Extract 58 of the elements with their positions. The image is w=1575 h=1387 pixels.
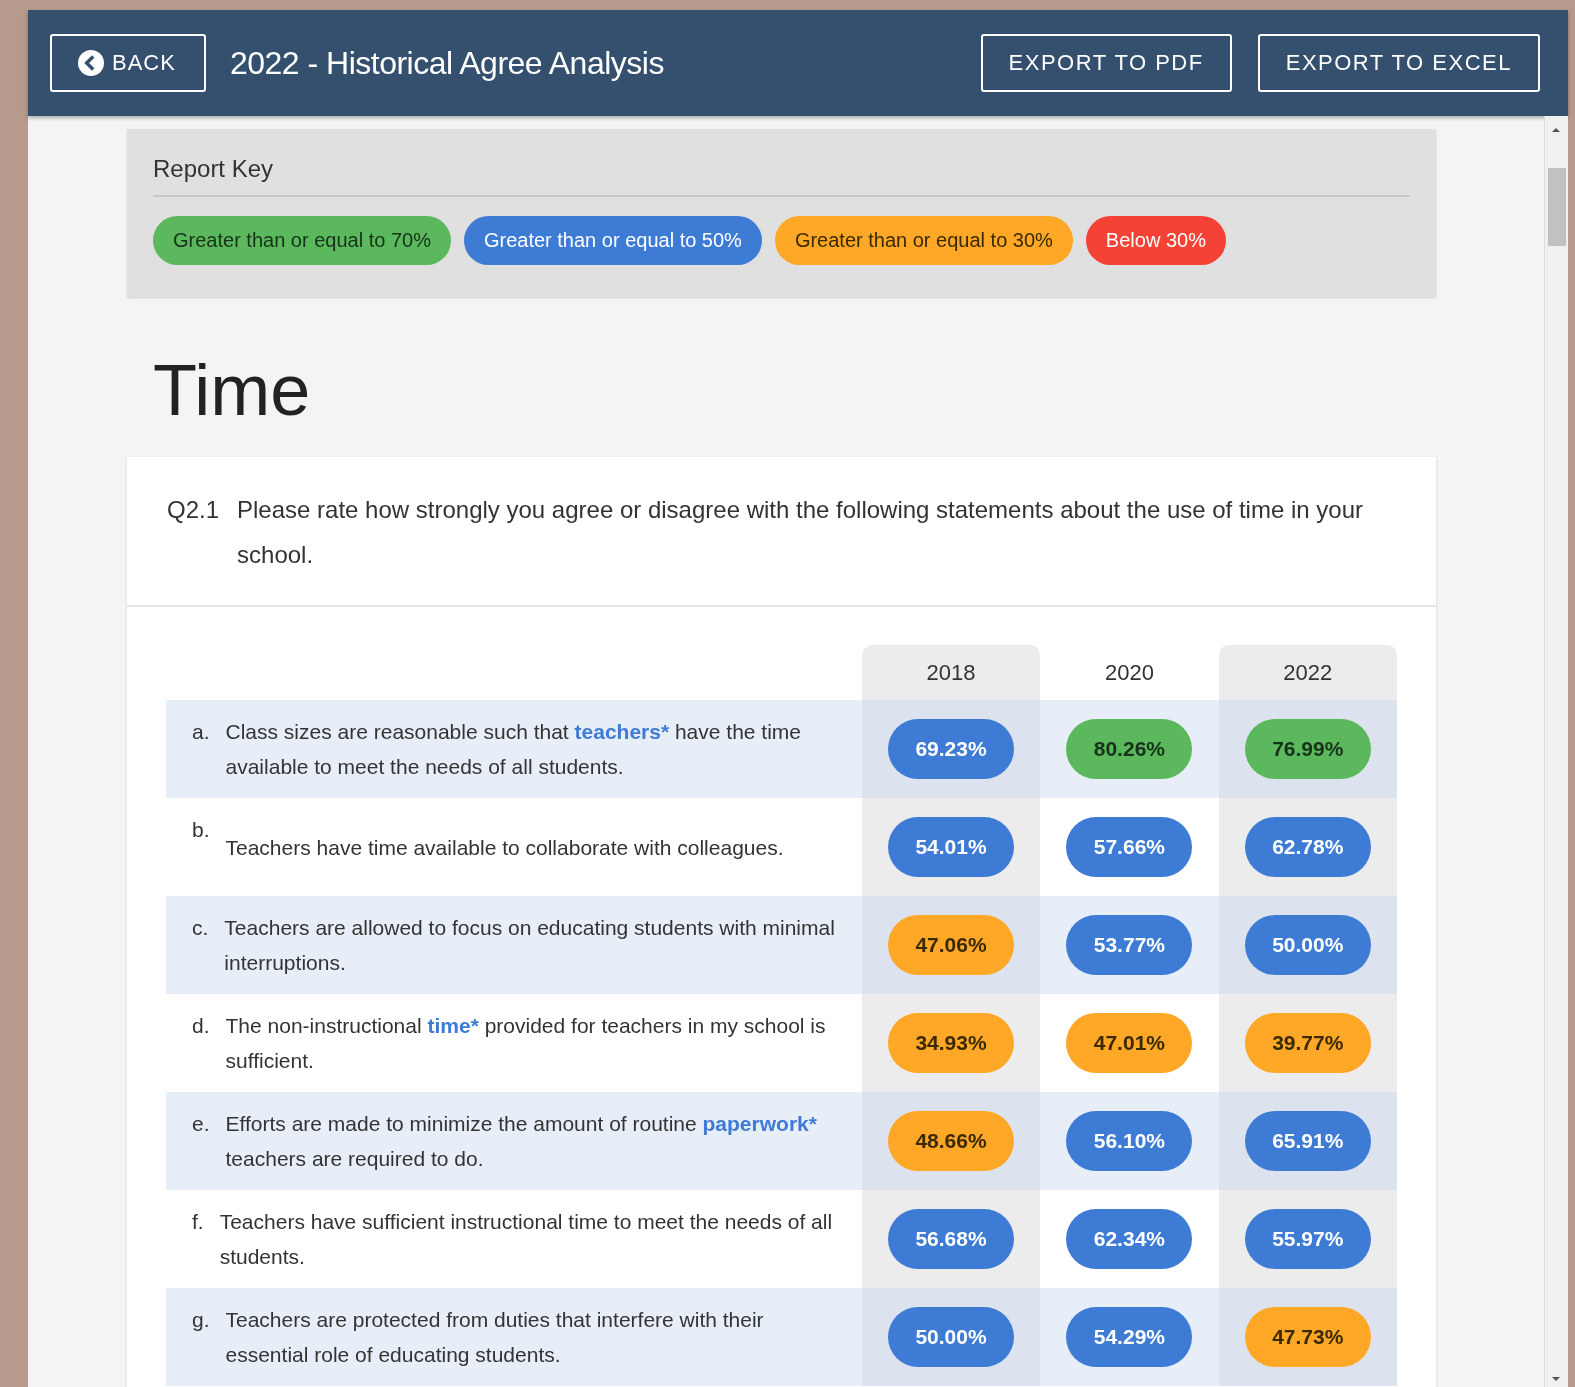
- statement-text: Class sizes are reasonable such that teachers* have the time available to meet the needs of all students.: [225, 719, 802, 780]
- percentage-badge: 34.93%: [888, 1013, 1014, 1073]
- percentage-badge: 56.68%: [888, 1209, 1014, 1269]
- term-link[interactable]: paperwork*: [702, 1112, 817, 1135]
- item-letter: c.: [192, 915, 209, 941]
- scroll-up-icon[interactable]: [1551, 126, 1561, 134]
- percentage-badge: 69.23%: [888, 719, 1014, 779]
- item-letter: a.: [192, 719, 210, 745]
- item-letter: e.: [192, 1111, 210, 1137]
- question-text: Please rate how strongly you agree or disagree with the following statements about the use of time in your school.: [237, 495, 1364, 570]
- percentage-badge: 50.00%: [1244, 915, 1371, 975]
- back-icon: [78, 50, 104, 76]
- percentage-badge: 57.66%: [1066, 817, 1193, 877]
- column-header: 2018: [861, 645, 1041, 700]
- scrollbar[interactable]: [1544, 116, 1568, 1387]
- item-letter: f.: [192, 1209, 204, 1235]
- statement-text: Teachers are protected from duties that interfere with their essential role of educating students.: [225, 1307, 765, 1368]
- percentage-badge: 47.73%: [1244, 1307, 1371, 1367]
- report-key-title: Report Key: [153, 155, 1410, 197]
- percentage-badge: 62.34%: [1066, 1209, 1193, 1269]
- back-button[interactable]: BACK: [50, 34, 206, 92]
- percentage-badge: 47.06%: [888, 915, 1014, 975]
- percentage-badge: 56.10%: [1066, 1111, 1193, 1171]
- section-title: Time: [153, 349, 312, 431]
- question-number: Q2.1: [167, 495, 220, 525]
- item-letter: g.: [192, 1307, 210, 1333]
- percentage-badge: 50.00%: [888, 1307, 1014, 1367]
- term-link[interactable]: time*: [427, 1014, 479, 1037]
- percentage-badge: 62.78%: [1244, 817, 1371, 877]
- percentage-badge: 55.97%: [1244, 1209, 1371, 1269]
- percentage-badge: 54.29%: [1066, 1307, 1193, 1367]
- percentage-badge: 54.01%: [888, 817, 1014, 877]
- export-button[interactable]: EXPORT TO EXCEL: [1257, 34, 1540, 92]
- column-header: 2020: [1103, 658, 1155, 687]
- percentage-badge: 53.77%: [1066, 915, 1193, 975]
- percentage-badge: 47.01%: [1066, 1013, 1193, 1073]
- term-link[interactable]: teachers*: [574, 720, 670, 743]
- item-letter: b.: [192, 817, 210, 843]
- statement-text: The non-instructional time* provided for teachers in my school is sufficient.: [225, 1013, 827, 1074]
- export-button[interactable]: EXPORT TO PDF: [980, 34, 1232, 92]
- legend-badge: Below 30%: [1085, 216, 1226, 265]
- percentage-badge: 65.91%: [1244, 1111, 1371, 1171]
- legend-badge: Greater than or equal to 70%: [153, 216, 451, 265]
- statement-text: Teachers have time available to collaborate with colleagues.: [225, 834, 784, 861]
- scrollbar-thumb[interactable]: [1548, 168, 1566, 246]
- legend-badge: Greater than or equal to 30%: [774, 216, 1073, 265]
- item-letter: d.: [192, 1013, 210, 1039]
- statement-text: Teachers have sufficient instructional time to meet the needs of all students.: [219, 1209, 834, 1270]
- column-header: 2022: [1218, 645, 1397, 700]
- statement-text: Efforts are made to minimize the amount of routine paperwork* teachers are required to do.: [225, 1111, 818, 1172]
- page-title: 2022 - Historical Agree Analysis: [229, 44, 664, 82]
- statement-text: Teachers are allowed to focus on educating students with minimal interruptions.: [224, 915, 836, 976]
- percentage-badge: 80.26%: [1066, 719, 1193, 779]
- percentage-badge: 39.77%: [1244, 1013, 1371, 1073]
- percentage-badge: 76.99%: [1244, 719, 1371, 779]
- legend-badge: Greater than or equal to 50%: [463, 216, 762, 265]
- percentage-badge: 48.66%: [888, 1111, 1014, 1171]
- scroll-down-icon[interactable]: [1551, 1375, 1561, 1383]
